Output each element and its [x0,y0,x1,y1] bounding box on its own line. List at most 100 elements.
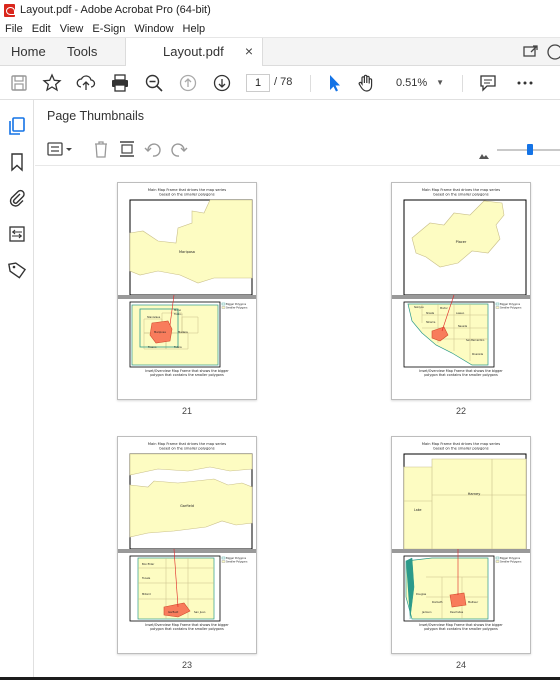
thumb-title: Main Map Frame that drives the map serie… [422,442,500,446]
main-map-label: Garfield [180,504,194,508]
legend-smaller: Smaller Polygons [226,560,248,564]
menu-view[interactable]: View [60,23,84,35]
legend-smaller: Smaller Polygons [500,560,522,564]
inset-label: Siskiyou [414,306,424,309]
thumb-caption: polygon that contains the smaller polygo… [424,627,498,631]
page-number-label: 22 [455,406,466,416]
upload-cloud-icon[interactable] [76,73,96,93]
menu-file[interactable]: File [5,23,23,35]
legend-smaller: Smaller Polygons [500,306,522,310]
inset-label: San Juan [194,610,206,614]
zoom-out-icon[interactable] [144,73,164,93]
title-bar: Layout.pdf - Adobe Acrobat Pro (64-bit) [0,0,560,20]
inset-label: Modoc [440,307,449,310]
inset-label: Deschutes [450,610,464,614]
hand-tool-icon[interactable] [356,73,376,93]
main-toolbar: 1 / 78 0.51% ▼ [0,66,560,100]
bookmark-icon[interactable] [7,152,27,172]
tab-tools[interactable]: Tools [67,44,97,59]
tag-icon[interactable] [7,260,27,280]
thumb-caption: polygon that contains the smaller polygo… [150,627,224,631]
page-thumbnail[interactable]: Main Map Frame that drives the map serie… [117,182,257,400]
rotate-left-icon[interactable] [143,140,163,158]
select-cursor-icon[interactable] [324,73,344,93]
close-tab-icon[interactable]: × [245,43,253,59]
bookmark-star-icon[interactable] [42,73,62,93]
thumb-title: based on the smaller polygons [433,447,488,451]
layers-icon[interactable] [7,224,27,244]
inset-label: Box Elder [142,562,155,566]
inset-label: Madera [178,330,188,334]
thumb-title: Main Map Frame that drives the map serie… [422,188,500,192]
page-thumbnail[interactable]: Main Map Frame that drives the map serie… [117,436,257,654]
page-number-input[interactable]: 1 [246,74,270,92]
tab-document[interactable]: Layout.pdf × [125,38,263,66]
save-icon[interactable] [9,73,29,93]
acrobat-icon [4,3,15,17]
inset-label: Millard [142,592,151,596]
legend-bigger: Bigger Polygons [226,556,247,560]
menu-esign[interactable]: E-Sign [92,23,125,35]
zoom-dropdown[interactable]: 0.51% ▼ [392,74,448,92]
inset-label: Tehama [426,321,436,324]
thumb-title: Main Map Frame that drives the map serie… [148,442,226,446]
menu-help[interactable]: Help [183,23,206,35]
thumb-title: based on the smaller polygons [433,193,488,197]
inset-label: Tooele [142,576,151,580]
tab-bar: Home Tools Layout.pdf × [0,38,560,66]
panel-title: Page Thumbnails [47,109,145,123]
zoom-value: 0.51% [396,77,428,89]
menu-window[interactable]: Window [134,23,173,35]
more-options-icon[interactable] [515,73,535,93]
page-thumbnail[interactable]: Main Map Frame that drives the map serie… [391,182,531,400]
legend-bigger: Bigger Polygons [500,302,521,306]
inset-label: Tuolu.. [174,312,183,316]
inset-label: Lake [414,508,421,512]
page-number-label: 23 [181,660,192,670]
thumb-caption: polygon that contains the smaller polygo… [150,373,224,377]
main-map-label: Placer [456,240,467,244]
inset-label: Tulare [174,345,182,349]
print-icon[interactable] [110,73,130,93]
slider-handle[interactable] [527,144,533,155]
attachment-icon[interactable] [7,188,27,208]
inset-label: Stanislaus [147,315,161,319]
window-title: Layout.pdf - Adobe Acrobat Pro (64-bit) [20,4,211,16]
chevron-down-icon: ▼ [436,78,444,87]
main-map-label: Mariposa [179,250,195,254]
previous-page-icon[interactable] [178,73,198,93]
insert-page-icon[interactable] [117,140,137,158]
rotate-right-icon[interactable] [169,140,189,158]
small-thumbnail-icon[interactable] [479,148,489,159]
inset-label: Garfield [168,610,179,614]
share-screen-icon[interactable] [522,43,540,61]
delete-icon[interactable] [91,140,111,158]
options-menu-icon[interactable] [46,140,74,158]
inset-label: San Bernardino [466,339,485,342]
page-thumbnail[interactable]: Main Map Frame that drives the map serie… [391,436,531,654]
left-navigation-rail [0,100,34,678]
inset-label: Fresno [148,345,157,349]
inset-label: Malheur [468,600,479,604]
next-page-icon[interactable] [212,73,232,93]
inset-label: Shasta [426,312,435,315]
toolbar-divider [462,75,463,92]
help-icon[interactable] [546,43,560,61]
page-total: / 78 [274,76,293,88]
inset-label: Douglas [416,592,427,596]
inset-label: Riverside [472,353,484,356]
page-thumbnails-panel: Page Thumbnails Main Map Frame that driv… [35,100,560,678]
inset-label: Mono [174,308,181,312]
tab-home[interactable]: Home [11,44,46,59]
inset-label: Nevada [458,325,468,328]
page-thumbnails-icon[interactable] [7,116,27,136]
inset-label: Jackson [421,610,432,614]
comment-icon[interactable] [478,73,498,93]
tab-document-label: Layout.pdf [163,44,224,59]
inset-label: Klamath [432,600,443,604]
thumb-title: based on the smaller polygons [159,193,214,197]
menu-edit[interactable]: Edit [32,23,51,35]
main-map-label: Harney [468,492,481,496]
page-number-label: 21 [181,406,192,416]
thumb-title: Main Map Frame that drives the map serie… [148,188,226,192]
